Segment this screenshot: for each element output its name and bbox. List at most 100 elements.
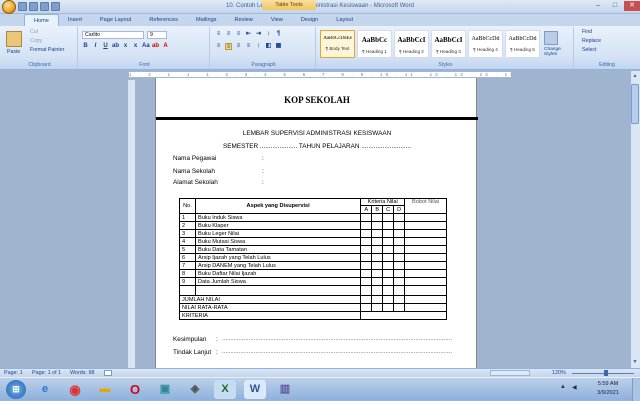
word-icon[interactable]: W xyxy=(244,380,266,399)
find-button[interactable]: Find xyxy=(582,29,592,35)
style-heading-1[interactable]: AaBbCc ¶ Heading 1 xyxy=(357,30,392,58)
change-styles-icon[interactable] xyxy=(544,31,558,45)
tab-design[interactable]: Design xyxy=(292,14,327,26)
tab-mailings[interactable]: Mailings xyxy=(187,14,226,26)
score-cell[interactable] xyxy=(382,261,395,270)
score-cell[interactable] xyxy=(382,213,395,222)
view-buttons[interactable] xyxy=(490,370,530,376)
tab-page-layout[interactable]: Page Layout xyxy=(91,14,140,26)
format-painter-button[interactable]: Format Painter xyxy=(30,47,64,53)
score-cell[interactable] xyxy=(393,221,406,230)
score-cell[interactable] xyxy=(404,261,447,270)
volume-icon[interactable]: ◀ xyxy=(572,384,580,392)
align-right-icon[interactable]: ≡ xyxy=(235,43,242,50)
paste-button[interactable]: Paste xyxy=(7,49,20,55)
score-cell[interactable] xyxy=(404,221,447,230)
increase-indent-icon[interactable]: ⇥ xyxy=(255,31,262,38)
zoom-slider-thumb[interactable] xyxy=(604,370,608,376)
score-cell[interactable] xyxy=(360,237,373,246)
horizontal-ruler[interactable]: 1 · 2 · 1 · 1 · 1 · 2 · 3 · 4 · 5 · 6 · … xyxy=(128,71,512,78)
score-cell[interactable] xyxy=(393,237,406,246)
change-styles-button[interactable]: Change Styles xyxy=(544,47,572,57)
opera-icon[interactable]: O xyxy=(124,380,146,399)
tab-insert[interactable]: Insert xyxy=(59,14,91,26)
score-cell[interactable] xyxy=(371,237,384,246)
justify-icon[interactable]: ≡ xyxy=(245,43,252,50)
score-cell[interactable] xyxy=(371,277,384,286)
office-button[interactable] xyxy=(2,0,16,14)
score-cell[interactable] xyxy=(371,245,384,254)
clock-time[interactable]: 5:59 AM xyxy=(588,381,628,387)
vertical-ruler[interactable] xyxy=(128,80,136,368)
save-icon[interactable] xyxy=(18,2,27,11)
score-cell[interactable] xyxy=(382,229,395,238)
status-page[interactable]: Page: 1 xyxy=(4,369,23,377)
score-cell[interactable] xyxy=(393,245,406,254)
score-cell[interactable] xyxy=(360,253,373,262)
score-cell[interactable] xyxy=(371,229,384,238)
score-cell[interactable] xyxy=(393,253,406,262)
shading-icon[interactable]: ◧ xyxy=(265,43,272,50)
score-cell[interactable] xyxy=(382,269,395,278)
score-cell[interactable] xyxy=(382,237,395,246)
score-cell[interactable] xyxy=(382,221,395,230)
tab-review[interactable]: Review xyxy=(225,14,261,26)
bold-button[interactable]: B xyxy=(82,43,89,50)
score-cell[interactable] xyxy=(371,221,384,230)
borders-icon[interactable]: ▦ xyxy=(275,43,282,50)
score-cell[interactable] xyxy=(393,213,406,222)
underline-button[interactable]: U xyxy=(102,43,109,50)
change-case-button[interactable]: Aa xyxy=(142,43,150,50)
network-icon[interactable]: ▲ xyxy=(560,384,568,392)
highlight-button[interactable]: ab xyxy=(152,43,159,50)
score-cell[interactable] xyxy=(404,277,447,286)
strikethrough-button[interactable]: ab xyxy=(112,43,119,50)
score-cell[interactable] xyxy=(371,253,384,262)
cut-button[interactable]: Cut xyxy=(30,29,38,35)
folder-icon[interactable]: ▬ xyxy=(94,380,116,399)
decrease-indent-icon[interactable]: ⇤ xyxy=(245,31,252,38)
score-cell[interactable] xyxy=(382,245,395,254)
scrollbar-thumb[interactable] xyxy=(631,84,639,124)
close-button[interactable]: ✕ xyxy=(624,1,640,11)
score-cell[interactable] xyxy=(360,213,373,222)
style-body-text[interactable]: AaBbCcDdEe ¶ Body Text xyxy=(320,30,355,58)
minimize-button[interactable]: – xyxy=(590,1,606,11)
style-heading-3[interactable]: AaBbCcI ¶ Heading 3 xyxy=(431,30,466,58)
score-cell[interactable] xyxy=(404,213,447,222)
align-left-icon[interactable]: ≡ xyxy=(215,43,222,50)
style-heading-4[interactable]: AaBbCcDd ¶ Heading 4 xyxy=(468,30,503,58)
score-cell[interactable] xyxy=(360,277,373,286)
zoom-level[interactable]: 120% xyxy=(552,369,566,377)
score-cell[interactable] xyxy=(393,229,406,238)
tab-references[interactable]: References xyxy=(140,14,187,26)
score-cell[interactable] xyxy=(404,253,447,262)
font-size-combo[interactable]: 9 xyxy=(147,31,167,39)
scroll-down-icon[interactable]: ▼ xyxy=(630,358,640,366)
score-cell[interactable] xyxy=(382,277,395,286)
scroll-up-icon[interactable]: ▲ xyxy=(630,72,640,80)
superscript-button[interactable]: x xyxy=(132,43,139,50)
status-words[interactable]: Words: 98 xyxy=(70,369,94,377)
undo-icon[interactable] xyxy=(29,2,38,11)
score-cell[interactable] xyxy=(404,269,447,278)
document-page[interactable]: KOP SEKOLAH LEMBAR SUPERVISI ADMINISTRAS… xyxy=(155,78,478,368)
score-cell[interactable] xyxy=(404,237,447,246)
tab-view[interactable]: View xyxy=(262,14,292,26)
maximize-button[interactable]: □ xyxy=(607,1,623,11)
font-color-button[interactable]: A xyxy=(162,43,169,50)
clock-date[interactable]: 3/9/2021 xyxy=(588,390,628,396)
tab-layout[interactable]: Layout xyxy=(327,14,362,26)
zoom-slider[interactable] xyxy=(572,373,634,374)
style-heading-5[interactable]: AaBbCcDd ¶ Heading 5 xyxy=(505,30,540,58)
excel-icon[interactable]: X xyxy=(214,380,236,399)
font-name-combo[interactable]: Carlito xyxy=(82,31,144,39)
score-cell[interactable] xyxy=(360,261,373,270)
score-cell[interactable] xyxy=(360,245,373,254)
italic-button[interactable]: I xyxy=(92,43,99,50)
score-cell[interactable] xyxy=(404,229,447,238)
numbering-icon[interactable]: ≡ xyxy=(225,31,232,38)
line-spacing-icon[interactable]: ↕ xyxy=(255,43,262,50)
tab-home[interactable]: Home xyxy=(24,14,59,26)
redo-icon[interactable] xyxy=(40,2,49,11)
